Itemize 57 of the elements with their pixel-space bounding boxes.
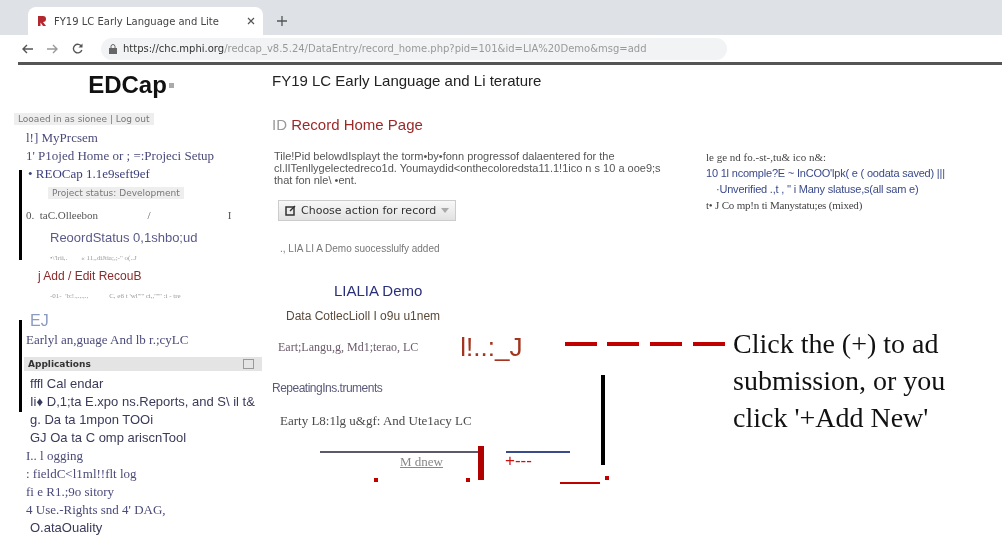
page-heading: ID Record Home Page xyxy=(272,116,423,133)
address-field[interactable]: https://chc.mphi.org/redcap_v8.5.24/DataEntry/record_home.php?pid=101&id=LIA%20Demo&msg=add xyxy=(101,37,727,60)
success-message: ., LIA LI A Demo suocesslulfy added xyxy=(280,243,440,254)
sidebar-link[interactable]: Earlyl an,guage And lb r.;cyLC xyxy=(26,332,189,347)
sidebar-link[interactable]: GJ Oa ta C omp ariscnTool xyxy=(30,430,187,445)
close-icon[interactable] xyxy=(247,17,255,25)
sidebar-link[interactable]: : fieldC<l1ml!!flt log xyxy=(26,466,137,481)
logo: EDCap xyxy=(88,71,167,99)
choose-action-button[interactable]: Choose action for record xyxy=(278,200,457,221)
legend-title: le ge nd fo.-st-,tu& ico n&: xyxy=(706,151,827,163)
legend-item: t• J Co mp!n ti Manystatu;es (mixed) xyxy=(706,199,863,211)
legend-item: ·Unverified .,t , '' i Many slatuse,s(all sam e) xyxy=(716,183,919,195)
forward-icon[interactable] xyxy=(47,43,58,54)
reload-icon[interactable] xyxy=(72,43,83,54)
lock-icon xyxy=(109,43,117,54)
section-heading: RepeatingIns.truments xyxy=(272,381,383,395)
divider-line xyxy=(506,451,570,453)
add-new-link[interactable]: M dnew xyxy=(400,454,443,470)
page-title: FY19 LC Early Language and Li terature xyxy=(272,72,542,89)
add-mark[interactable]: +--- xyxy=(504,451,532,471)
record-title: LIALIA Demo xyxy=(334,282,423,299)
sidebar-link[interactable]: ReoordStatus 0,1shbo;ud xyxy=(50,230,198,245)
sidebar-link[interactable]: Ii♦ D,1;ta E.xpo ns.Reports, and S\ il t& xyxy=(30,394,255,409)
dot-mark xyxy=(605,476,609,480)
dot-mark xyxy=(374,478,378,482)
sidebar-link[interactable]: g. Da ta 1mpon TOOi xyxy=(30,412,154,427)
caret-icon xyxy=(441,208,450,213)
section-heading: EJ xyxy=(30,312,49,330)
section-heading: Data CotlecLioll I o9u u1nem xyxy=(286,309,441,323)
underline-mark xyxy=(560,482,600,484)
sidebar-link[interactable]: j Add / Edit RecouB xyxy=(38,269,142,283)
app-logo-icon xyxy=(36,15,48,27)
browser-tab[interactable]: FY19 LC Early Language and Lite xyxy=(28,7,263,35)
description-text: Tile!Pid belowdIsplayt the torm•by•fonn progressof dalaentered for the cl.lITenllygelectedreco1d. Youmaydid<onthecoloredsta11.1!1ico n s 10 a ooe9;s that fon nle\ •ent. xyxy=(274,150,662,186)
dot-mark xyxy=(466,478,470,482)
edit-icon xyxy=(285,205,296,216)
sidebar-link[interactable]: fi e R1.;9o sitory xyxy=(26,484,115,499)
status-mark[interactable]: l!..:_J xyxy=(460,332,523,363)
project-status: Project status: Development xyxy=(48,187,184,199)
legend-item: 10 1l ncomple?E ~ InCOO'lpk( e ( oodata saved) ||| xyxy=(706,167,945,179)
sidebar-link[interactable]: I.. l ogging xyxy=(26,448,84,463)
sidebar-link[interactable]: 1' P1ojed Home or ; =:Projeci Setup xyxy=(26,148,215,163)
sidebar-link[interactable]: l!] MyPrcsem xyxy=(26,130,98,145)
sidebar-link[interactable]: O.ataOuality xyxy=(30,520,103,535)
sidebar-link[interactable]: fffl Cal endar xyxy=(30,376,104,391)
form-name: Earty L8:1lg u&gf: And Ute1acy LC xyxy=(280,413,472,429)
sidebar-link[interactable]: 4 Use.-Rights snd 4' DAG, xyxy=(26,502,166,517)
sidebar-link[interactable]: • REOCap 1.1e9seft9ef xyxy=(28,166,150,181)
callout-text: Click the (+) to ad submission, or you click '+Add New' xyxy=(733,327,946,435)
form-name: Eart;Langu,g, Md1;terao, LC xyxy=(278,340,419,355)
back-icon[interactable] xyxy=(22,43,33,54)
login-status: Looaed in as sionee | Log out xyxy=(14,113,154,125)
marker-bar xyxy=(478,446,484,480)
new-tab-icon[interactable] xyxy=(277,16,287,26)
section-title: Applications xyxy=(28,359,91,369)
sidebar-text: 0. taC.Olleebon / I xyxy=(26,209,232,221)
logo-mark-icon xyxy=(168,82,174,88)
